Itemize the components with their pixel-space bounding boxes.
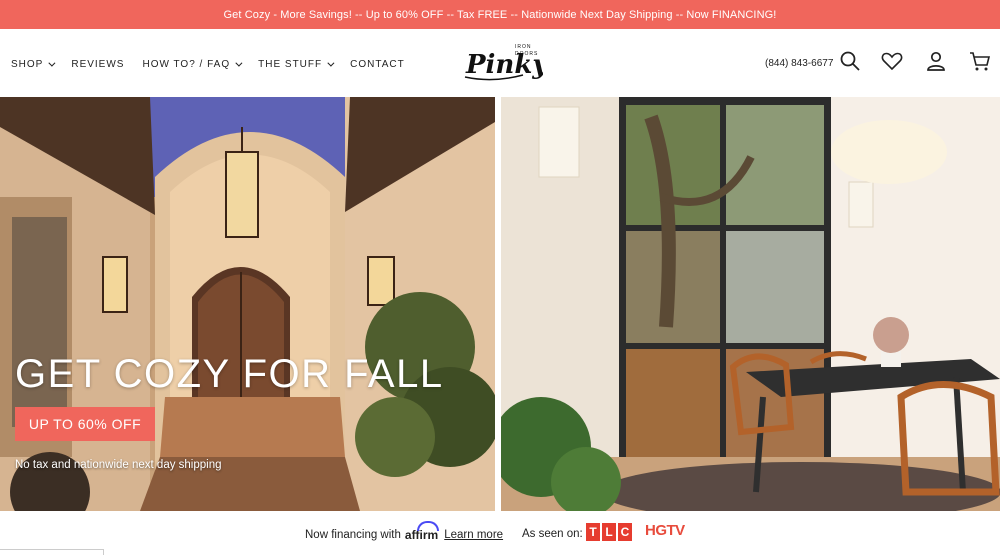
hero-image-dining-room — [501, 97, 1000, 511]
nav-item-label: THE STUFF — [258, 59, 323, 70]
search-icon[interactable] — [838, 49, 862, 73]
site-header: SHOP REVIEWS HOW TO? / FAQ THE STUFF CON… — [0, 29, 1000, 97]
chevron-down-icon — [235, 59, 243, 67]
tlc-letter: L — [602, 523, 616, 541]
affirm-arc-icon — [416, 521, 439, 531]
heart-icon[interactable] — [880, 49, 904, 73]
hgtv-logo: HGTV — [645, 522, 685, 539]
hero-cta-button[interactable]: UP TO 60% OFF — [15, 407, 155, 441]
promo-banner[interactable]: Get Cozy - More Savings! -- Up to 60% OF… — [0, 0, 1000, 29]
financing-prefix: Now financing with — [305, 529, 401, 541]
account-icon[interactable] — [924, 49, 948, 73]
tlc-letter: C — [618, 523, 632, 541]
cart-icon[interactable] — [968, 49, 992, 73]
hero-subtitle: No tax and nationwide next day shipping — [15, 459, 222, 471]
nav-item-label: SHOP — [11, 59, 44, 70]
tlc-letter: T — [586, 523, 600, 541]
promo-text: Get Cozy - More Savings! -- Up to 60% OF… — [223, 8, 777, 21]
as-seen-on-label: As seen on: — [522, 528, 583, 540]
chevron-down-icon — [327, 59, 335, 67]
learn-more-link[interactable]: Learn more — [444, 529, 503, 541]
nav-item-label: REVIEWS — [71, 59, 125, 70]
financing-message: Now financing with affirm Learn more — [305, 521, 503, 542]
nav-item-reviews[interactable]: REVIEWS — [71, 59, 124, 70]
chat-widget-edge[interactable] — [0, 549, 104, 555]
nav-item-contact[interactable]: CONTACT — [350, 59, 405, 70]
nav-item-how-to-faq[interactable]: HOW TO? / FAQ — [142, 59, 243, 70]
chevron-down-icon — [48, 59, 56, 67]
hero-image-entryway: GET COZY FOR FALL UP TO 60% OFF No tax a… — [0, 97, 495, 511]
nav-item-the-stuff[interactable]: THE STUFF — [258, 59, 335, 70]
nav-item-label: CONTACT — [350, 59, 405, 70]
site-logo[interactable]: Pinky's IRON DOORS — [463, 37, 570, 85]
tlc-logo: T L C — [586, 523, 632, 541]
logo-small-text-doors: DOORS — [515, 51, 538, 57]
nav-item-shop[interactable]: SHOP — [11, 59, 56, 70]
affirm-logo: affirm — [405, 521, 439, 542]
phone-number[interactable]: (844) 843-6677 — [765, 58, 833, 69]
nav-item-label: HOW TO? / FAQ — [142, 59, 231, 70]
hero-banner: GET COZY FOR FALL UP TO 60% OFF No tax a… — [0, 97, 1000, 511]
footer-bar: Now financing with affirm Learn more As … — [0, 511, 1000, 555]
main-nav: SHOP REVIEWS HOW TO? / FAQ THE STUFF CON… — [11, 59, 423, 70]
hero-title: GET COZY FOR FALL — [15, 352, 444, 396]
logo-small-text-iron: IRON — [515, 44, 532, 50]
